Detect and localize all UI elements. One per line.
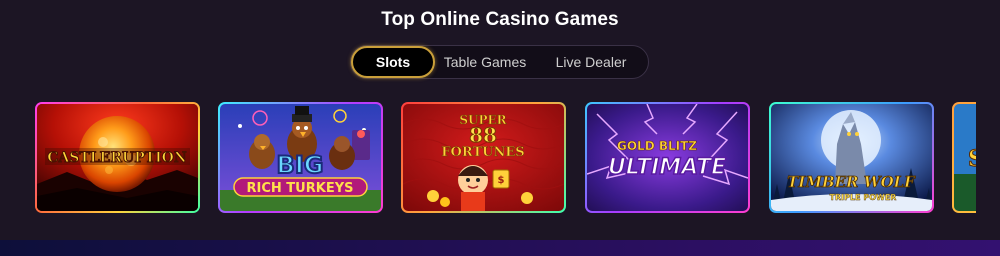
game-card-title-line2: RICH TURKEYS [247, 181, 354, 196]
castleruption-artwork: CASTLERUPTION [37, 104, 198, 211]
game-card-castleruption[interactable]: CASTLERUPTION [35, 102, 200, 213]
game-card-title-line2: ULTIMATE [608, 155, 726, 180]
page-title: Top Online Casino Games [381, 9, 619, 30]
game-card-title-line1: TIMBER WOLF [787, 173, 916, 191]
game-card-gold-blitz-ultimate[interactable]: GOLD BLITZ ULTIMATE [585, 102, 750, 213]
tab-table-games[interactable]: Table Games [435, 46, 535, 78]
tab-slots[interactable]: Slots [351, 46, 435, 78]
game-card-big-rich-turkeys[interactable]: BIG RICH TURKEYS [218, 102, 383, 213]
tab-live-dealer[interactable]: Live Dealer [535, 46, 647, 78]
game-card-title-line2: 88 [469, 123, 497, 147]
game-card-title: CASTLERUPTION [47, 150, 187, 166]
game-card-title: S [968, 146, 976, 172]
game-carousel: CASTLERUPTION BIG RICH TURKEYS SUPER 88 … [35, 102, 976, 213]
game-card-title-line3: FORTUNES [441, 145, 524, 160]
svg-text:$: $ [498, 175, 505, 186]
partial-game-artwork: S [954, 104, 976, 211]
game-card-super-88-fortunes[interactable]: SUPER 88 FORTUNES $ [401, 102, 566, 213]
gold-blitz-ultimate-artwork: GOLD BLITZ ULTIMATE [587, 104, 748, 211]
game-card-title-line2: TRIPLE POWER [830, 193, 897, 202]
game-card-title-line1: GOLD BLITZ [617, 139, 697, 153]
game-card-timber-wolf[interactable]: TIMBER WOLF TRIPLE POWER [769, 102, 934, 213]
game-card-partial[interactable]: S [952, 102, 976, 213]
game-category-tabs: Slots Table Games Live Dealer [350, 45, 649, 79]
timber-wolf-artwork: TIMBER WOLF TRIPLE POWER [771, 104, 932, 211]
bottom-accent-bar [0, 240, 1000, 256]
super-88-fortunes-artwork: SUPER 88 FORTUNES $ [403, 104, 564, 211]
game-card-title-line1: BIG [277, 151, 324, 179]
big-rich-turkeys-artwork: BIG RICH TURKEYS [220, 104, 381, 211]
